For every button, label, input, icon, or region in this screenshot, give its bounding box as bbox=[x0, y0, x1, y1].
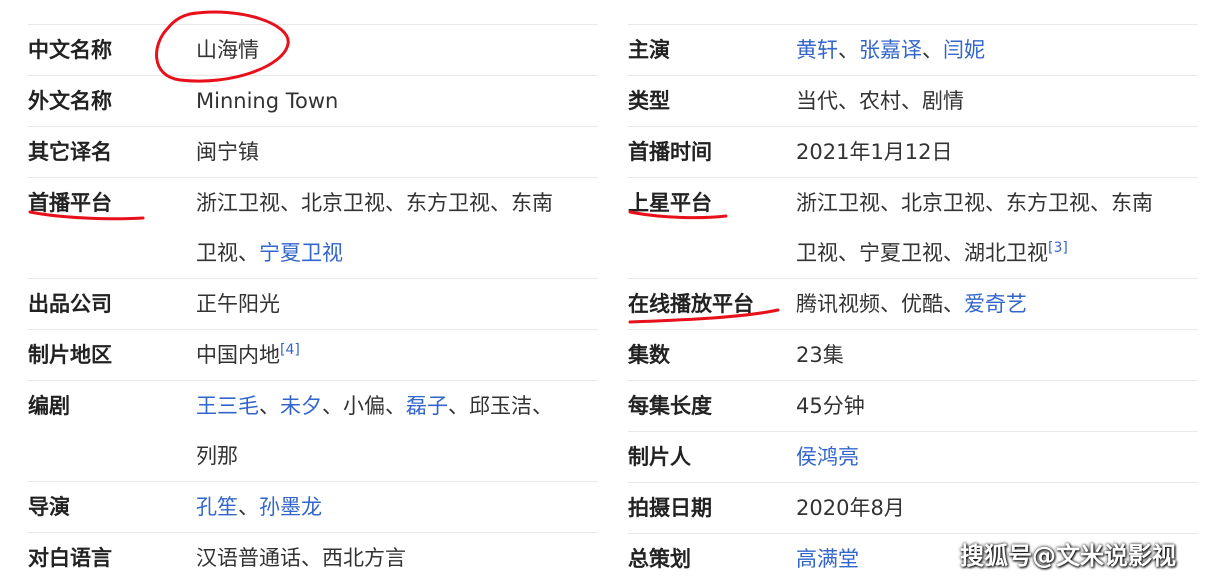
row-label: 中文名称 bbox=[28, 38, 112, 62]
link-writer-3[interactable]: 磊子 bbox=[406, 394, 448, 418]
infobox-row-production-region: 制片地区 中国内地[4] bbox=[28, 329, 598, 380]
infobox-row-starring: 主演 黄轩、张嘉译、闫妮 bbox=[628, 24, 1198, 75]
infobox-right-column: 主演 黄轩、张嘉译、闫妮 类型 当代、农村、剧情 首播时间 2021年1月12日… bbox=[628, 24, 1198, 584]
row-label: 上星平台 bbox=[628, 191, 712, 215]
row-value: Minning Town bbox=[196, 89, 339, 113]
row-value: 2020年8月 bbox=[796, 496, 905, 520]
infobox-row-genre: 类型 当代、农村、剧情 bbox=[628, 75, 1198, 126]
reference-link[interactable]: [4] bbox=[280, 342, 300, 358]
row-label: 主演 bbox=[628, 38, 670, 62]
infobox-row-shooting-date: 拍摄日期 2020年8月 bbox=[628, 482, 1198, 533]
separator: 、邱玉洁、 bbox=[448, 394, 553, 418]
row-label: 编剧 bbox=[28, 394, 70, 418]
row-value: 侯鸿亮 bbox=[796, 432, 1198, 482]
row-label: 每集长度 bbox=[628, 394, 712, 418]
separator: 、 bbox=[238, 495, 259, 519]
row-value: 王三毛、未夕、小偏、磊子、邱玉洁、 列那 bbox=[196, 381, 598, 481]
infobox-row-satellite-platform: 上星平台 浙江卫视、北京卫视、东方卫视、东南 卫视、宁夏卫视、湖北卫视[3] bbox=[628, 177, 1198, 278]
separator: 、 bbox=[922, 38, 943, 62]
row-label: 出品公司 bbox=[28, 292, 112, 316]
infobox-row-premiere-date: 首播时间 2021年1月12日 bbox=[628, 126, 1198, 177]
row-label: 导演 bbox=[28, 495, 70, 519]
infobox-row-foreign-name: 外文名称 Minning Town bbox=[28, 75, 598, 126]
link-ningxia-tv[interactable]: 宁夏卫视 bbox=[259, 241, 343, 265]
link-actor-2[interactable]: 张嘉译 bbox=[859, 38, 922, 62]
row-value: 当代、农村、剧情 bbox=[796, 89, 964, 113]
row-label: 类型 bbox=[628, 89, 670, 113]
row-label: 其它译名 bbox=[28, 140, 112, 164]
value-text: 腾讯视频、优酷、 bbox=[796, 292, 964, 316]
row-label: 在线播放平台 bbox=[628, 292, 754, 316]
value-line-2: 卫视、 bbox=[196, 241, 259, 265]
infobox-row-episode-length: 每集长度 45分钟 bbox=[628, 380, 1198, 431]
infobox-row-director: 导演 孔笙、孙墨龙 bbox=[28, 481, 598, 532]
row-label: 集数 bbox=[628, 343, 670, 367]
row-value: 23集 bbox=[796, 343, 844, 367]
separator: 、 bbox=[838, 38, 859, 62]
link-director-2[interactable]: 孙墨龙 bbox=[259, 495, 322, 519]
link-iqiyi[interactable]: 爱奇艺 bbox=[964, 292, 1027, 316]
row-value: 正午阳光 bbox=[196, 292, 280, 316]
row-value: 浙江卫视、北京卫视、东方卫视、东南 卫视、宁夏卫视 bbox=[196, 178, 598, 278]
separator: 、小偏、 bbox=[322, 394, 406, 418]
infobox-row-screenwriter: 编剧 王三毛、未夕、小偏、磊子、邱玉洁、 列那 bbox=[28, 380, 598, 481]
row-label: 外文名称 bbox=[28, 89, 112, 113]
infobox-left-column: 中文名称 山海情 外文名称 Minning Town 其它译名 闽宁镇 首播平台… bbox=[28, 24, 598, 583]
infobox-row-online-platform: 在线播放平台 腾讯视频、优酷、爱奇艺 bbox=[628, 278, 1198, 329]
infobox-row-other-name: 其它译名 闽宁镇 bbox=[28, 126, 598, 177]
row-label: 制片地区 bbox=[28, 343, 112, 367]
row-label: 总策划 bbox=[628, 547, 691, 571]
infobox-row-premiere-platform: 首播平台 浙江卫视、北京卫视、东方卫视、东南 卫视、宁夏卫视 bbox=[28, 177, 598, 278]
row-label: 制片人 bbox=[628, 445, 691, 469]
row-value: 浙江卫视、北京卫视、东方卫视、东南 卫视、宁夏卫视、湖北卫视[3] bbox=[796, 178, 1198, 278]
infobox-row-producer: 制片人 侯鸿亮 bbox=[628, 431, 1198, 482]
value-line-2: 列那 bbox=[196, 444, 238, 468]
row-value: 2021年1月12日 bbox=[796, 140, 953, 164]
row-value: 黄轩、张嘉译、闫妮 bbox=[796, 25, 1198, 75]
link-writer-1[interactable]: 王三毛 bbox=[196, 394, 259, 418]
infobox-row-production-company: 出品公司 正午阳光 bbox=[28, 278, 598, 329]
row-value: 中国内地[4] bbox=[196, 330, 598, 380]
row-value: 孔笙、孙墨龙 bbox=[196, 482, 598, 532]
link-chief-planner[interactable]: 高满堂 bbox=[796, 547, 859, 571]
row-label: 对白语言 bbox=[28, 546, 112, 570]
row-label: 拍摄日期 bbox=[628, 496, 712, 520]
row-value: 腾讯视频、优酷、爱奇艺 bbox=[796, 279, 1198, 329]
infobox-row-episodes: 集数 23集 bbox=[628, 329, 1198, 380]
value-line-1: 浙江卫视、北京卫视、东方卫视、东南 bbox=[796, 191, 1153, 215]
value-line-2: 卫视、宁夏卫视、湖北卫视 bbox=[796, 241, 1048, 265]
link-director-1[interactable]: 孔笙 bbox=[196, 495, 238, 519]
link-producer[interactable]: 侯鸿亮 bbox=[796, 445, 859, 469]
row-label: 首播时间 bbox=[628, 140, 712, 164]
link-actor-1[interactable]: 黄轩 bbox=[796, 38, 838, 62]
reference-link[interactable]: [3] bbox=[1048, 240, 1068, 256]
row-value: 45分钟 bbox=[796, 394, 865, 418]
value-line-1: 浙江卫视、北京卫视、东方卫视、东南 bbox=[196, 191, 553, 215]
link-actor-3[interactable]: 闫妮 bbox=[943, 38, 985, 62]
infobox-row-dialogue-language: 对白语言 汉语普通话、西北方言 bbox=[28, 532, 598, 583]
separator: 、 bbox=[259, 394, 280, 418]
value-text: 中国内地 bbox=[196, 343, 280, 367]
infobox-row-chinese-name: 中文名称 山海情 bbox=[28, 24, 598, 75]
watermark-text: 搜狐号@文米说影视 bbox=[960, 542, 1176, 570]
link-writer-2[interactable]: 未夕 bbox=[280, 394, 322, 418]
row-value: 闽宁镇 bbox=[196, 140, 259, 164]
row-value: 汉语普通话、西北方言 bbox=[196, 546, 406, 570]
row-value: 山海情 bbox=[196, 38, 259, 62]
row-label: 首播平台 bbox=[28, 191, 112, 215]
